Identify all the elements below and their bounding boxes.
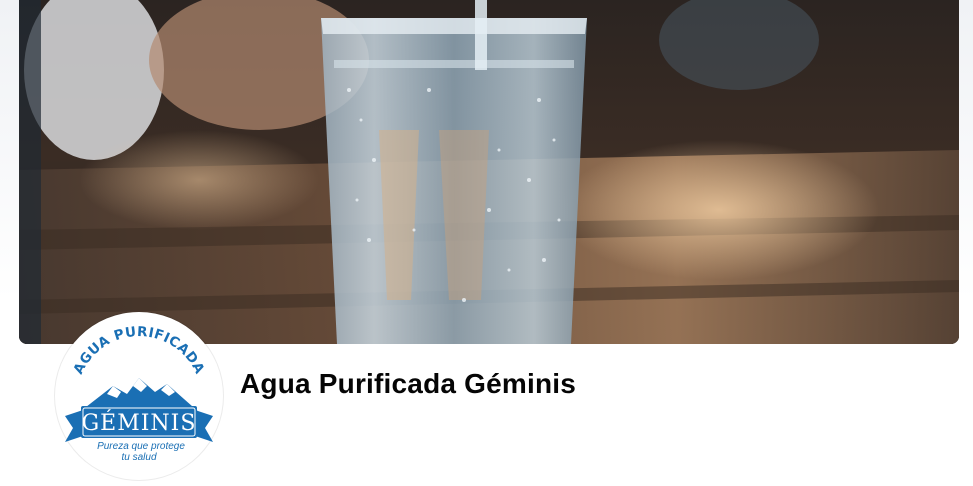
logo-tagline-line1: Pureza que protege bbox=[97, 441, 185, 452]
logo-brand-text: GÉMINIS bbox=[82, 409, 197, 436]
water-glass-photo bbox=[19, 0, 959, 344]
profile-picture[interactable]: AGUA PURIFICADA GÉMINIS Pureza que prote… bbox=[55, 312, 223, 480]
cover-photo[interactable] bbox=[19, 0, 959, 344]
page-title: Agua Purificada Géminis bbox=[240, 368, 577, 399]
logo-tagline-line2: tu salud bbox=[121, 452, 156, 463]
geminis-logo: AGUA PURIFICADA GÉMINIS Pureza que prote… bbox=[57, 314, 221, 478]
